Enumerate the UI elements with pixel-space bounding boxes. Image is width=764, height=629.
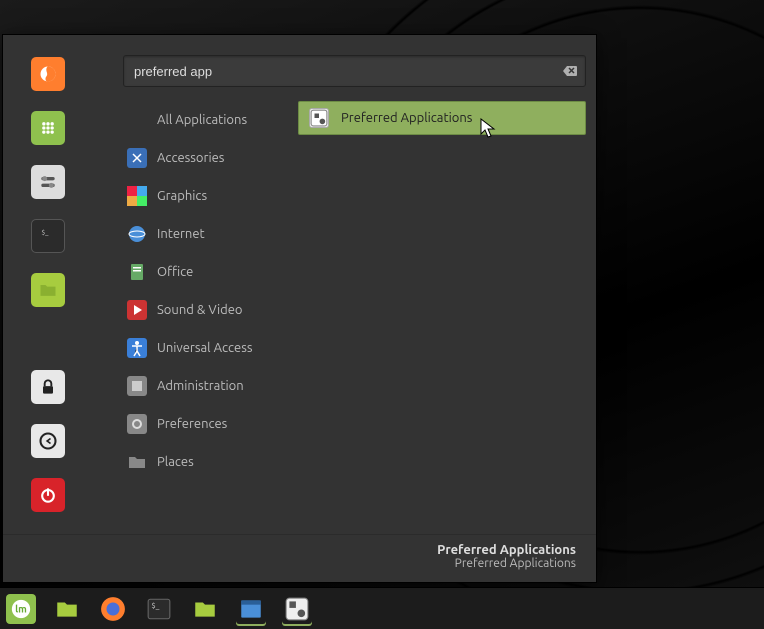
search-input[interactable] <box>123 55 586 87</box>
admin-icon <box>127 376 147 396</box>
firefox-icon <box>38 64 58 84</box>
category-label: All Applications <box>157 113 247 127</box>
application-menu: $_ <box>2 34 597 583</box>
mint-icon: lm <box>10 598 32 620</box>
folder-icon <box>54 596 80 622</box>
category-accessories[interactable]: Accessories <box>123 139 288 177</box>
category-label: Preferences <box>157 417 227 431</box>
accessibility-icon <box>127 338 147 358</box>
favorite-software-manager[interactable] <box>31 111 65 145</box>
folder-icon <box>127 452 147 472</box>
taskbar-terminal[interactable]: $_ <box>144 594 174 624</box>
play-icon <box>127 300 147 320</box>
terminal-icon: $_ <box>38 226 58 246</box>
category-label: Administration <box>157 379 244 393</box>
results-list: Preferred Applications <box>298 101 586 524</box>
category-places[interactable]: Places <box>123 443 288 481</box>
favorite-files[interactable] <box>31 273 65 307</box>
terminal-icon: $_ <box>146 596 172 622</box>
favorites-rail: $_ <box>3 35 113 534</box>
folder-icon <box>192 596 218 622</box>
footer-description: Preferred Applications <box>23 557 576 570</box>
favorite-power[interactable] <box>31 478 65 512</box>
toggles-icon <box>38 172 58 192</box>
category-sound-video[interactable]: Sound & Video <box>123 291 288 329</box>
favorite-lock[interactable] <box>31 370 65 404</box>
category-office[interactable]: Office <box>123 253 288 291</box>
folder-icon <box>38 280 58 300</box>
result-label: Preferred Applications <box>341 111 472 125</box>
category-internet[interactable]: Internet <box>123 215 288 253</box>
clear-search-button[interactable] <box>562 63 578 79</box>
window-icon <box>238 596 264 622</box>
taskbar-firefox[interactable] <box>98 594 128 624</box>
preferred-apps-icon <box>284 596 310 622</box>
taskbar-menu-button[interactable]: lm <box>6 594 36 624</box>
footer-title: Preferred Applications <box>23 543 576 557</box>
globe-icon <box>127 224 147 244</box>
category-all-applications[interactable]: All Applications <box>123 101 288 139</box>
logout-icon <box>38 431 58 451</box>
category-universal-access[interactable]: Universal Access <box>123 329 288 367</box>
category-label: Accessories <box>157 151 224 165</box>
firefox-icon <box>100 596 126 622</box>
category-preferences[interactable]: Preferences <box>123 405 288 443</box>
category-label: Office <box>157 265 193 279</box>
result-preferred-applications[interactable]: Preferred Applications <box>298 101 586 135</box>
category-label: Sound & Video <box>157 303 243 317</box>
taskbar-preferred-apps[interactable] <box>282 594 312 624</box>
taskbar-app-running[interactable] <box>236 594 266 624</box>
taskbar-files[interactable] <box>52 594 82 624</box>
category-label: Graphics <box>157 189 207 203</box>
blank-icon <box>127 110 147 130</box>
favorite-firefox[interactable] <box>31 57 65 91</box>
svg-text:$_: $_ <box>151 601 159 609</box>
taskbar-files-2[interactable] <box>190 594 220 624</box>
preferred-apps-icon <box>309 108 329 128</box>
category-label: Places <box>157 455 194 469</box>
svg-text:lm: lm <box>15 603 27 614</box>
favorite-logout[interactable] <box>31 424 65 458</box>
backspace-icon <box>562 63 578 79</box>
category-label: Universal Access <box>157 341 252 355</box>
favorite-settings[interactable] <box>31 165 65 199</box>
category-administration[interactable]: Administration <box>123 367 288 405</box>
scissors-icon <box>127 148 147 168</box>
menu-footer: Preferred Applications Preferred Applica… <box>3 534 596 582</box>
category-label: Internet <box>157 227 205 241</box>
svg-text:$_: $_ <box>41 228 49 236</box>
lock-icon <box>38 377 58 397</box>
favorite-terminal[interactable]: $_ <box>31 219 65 253</box>
taskbar: lm $_ <box>0 587 764 629</box>
graphics-icon <box>127 186 147 206</box>
power-icon <box>38 485 58 505</box>
document-icon <box>127 262 147 282</box>
search-field-wrapper <box>123 55 586 87</box>
grid-icon <box>38 118 58 138</box>
category-graphics[interactable]: Graphics <box>123 177 288 215</box>
category-list: All Applications Accessories Graphics In… <box>123 101 288 524</box>
gear-icon <box>127 414 147 434</box>
